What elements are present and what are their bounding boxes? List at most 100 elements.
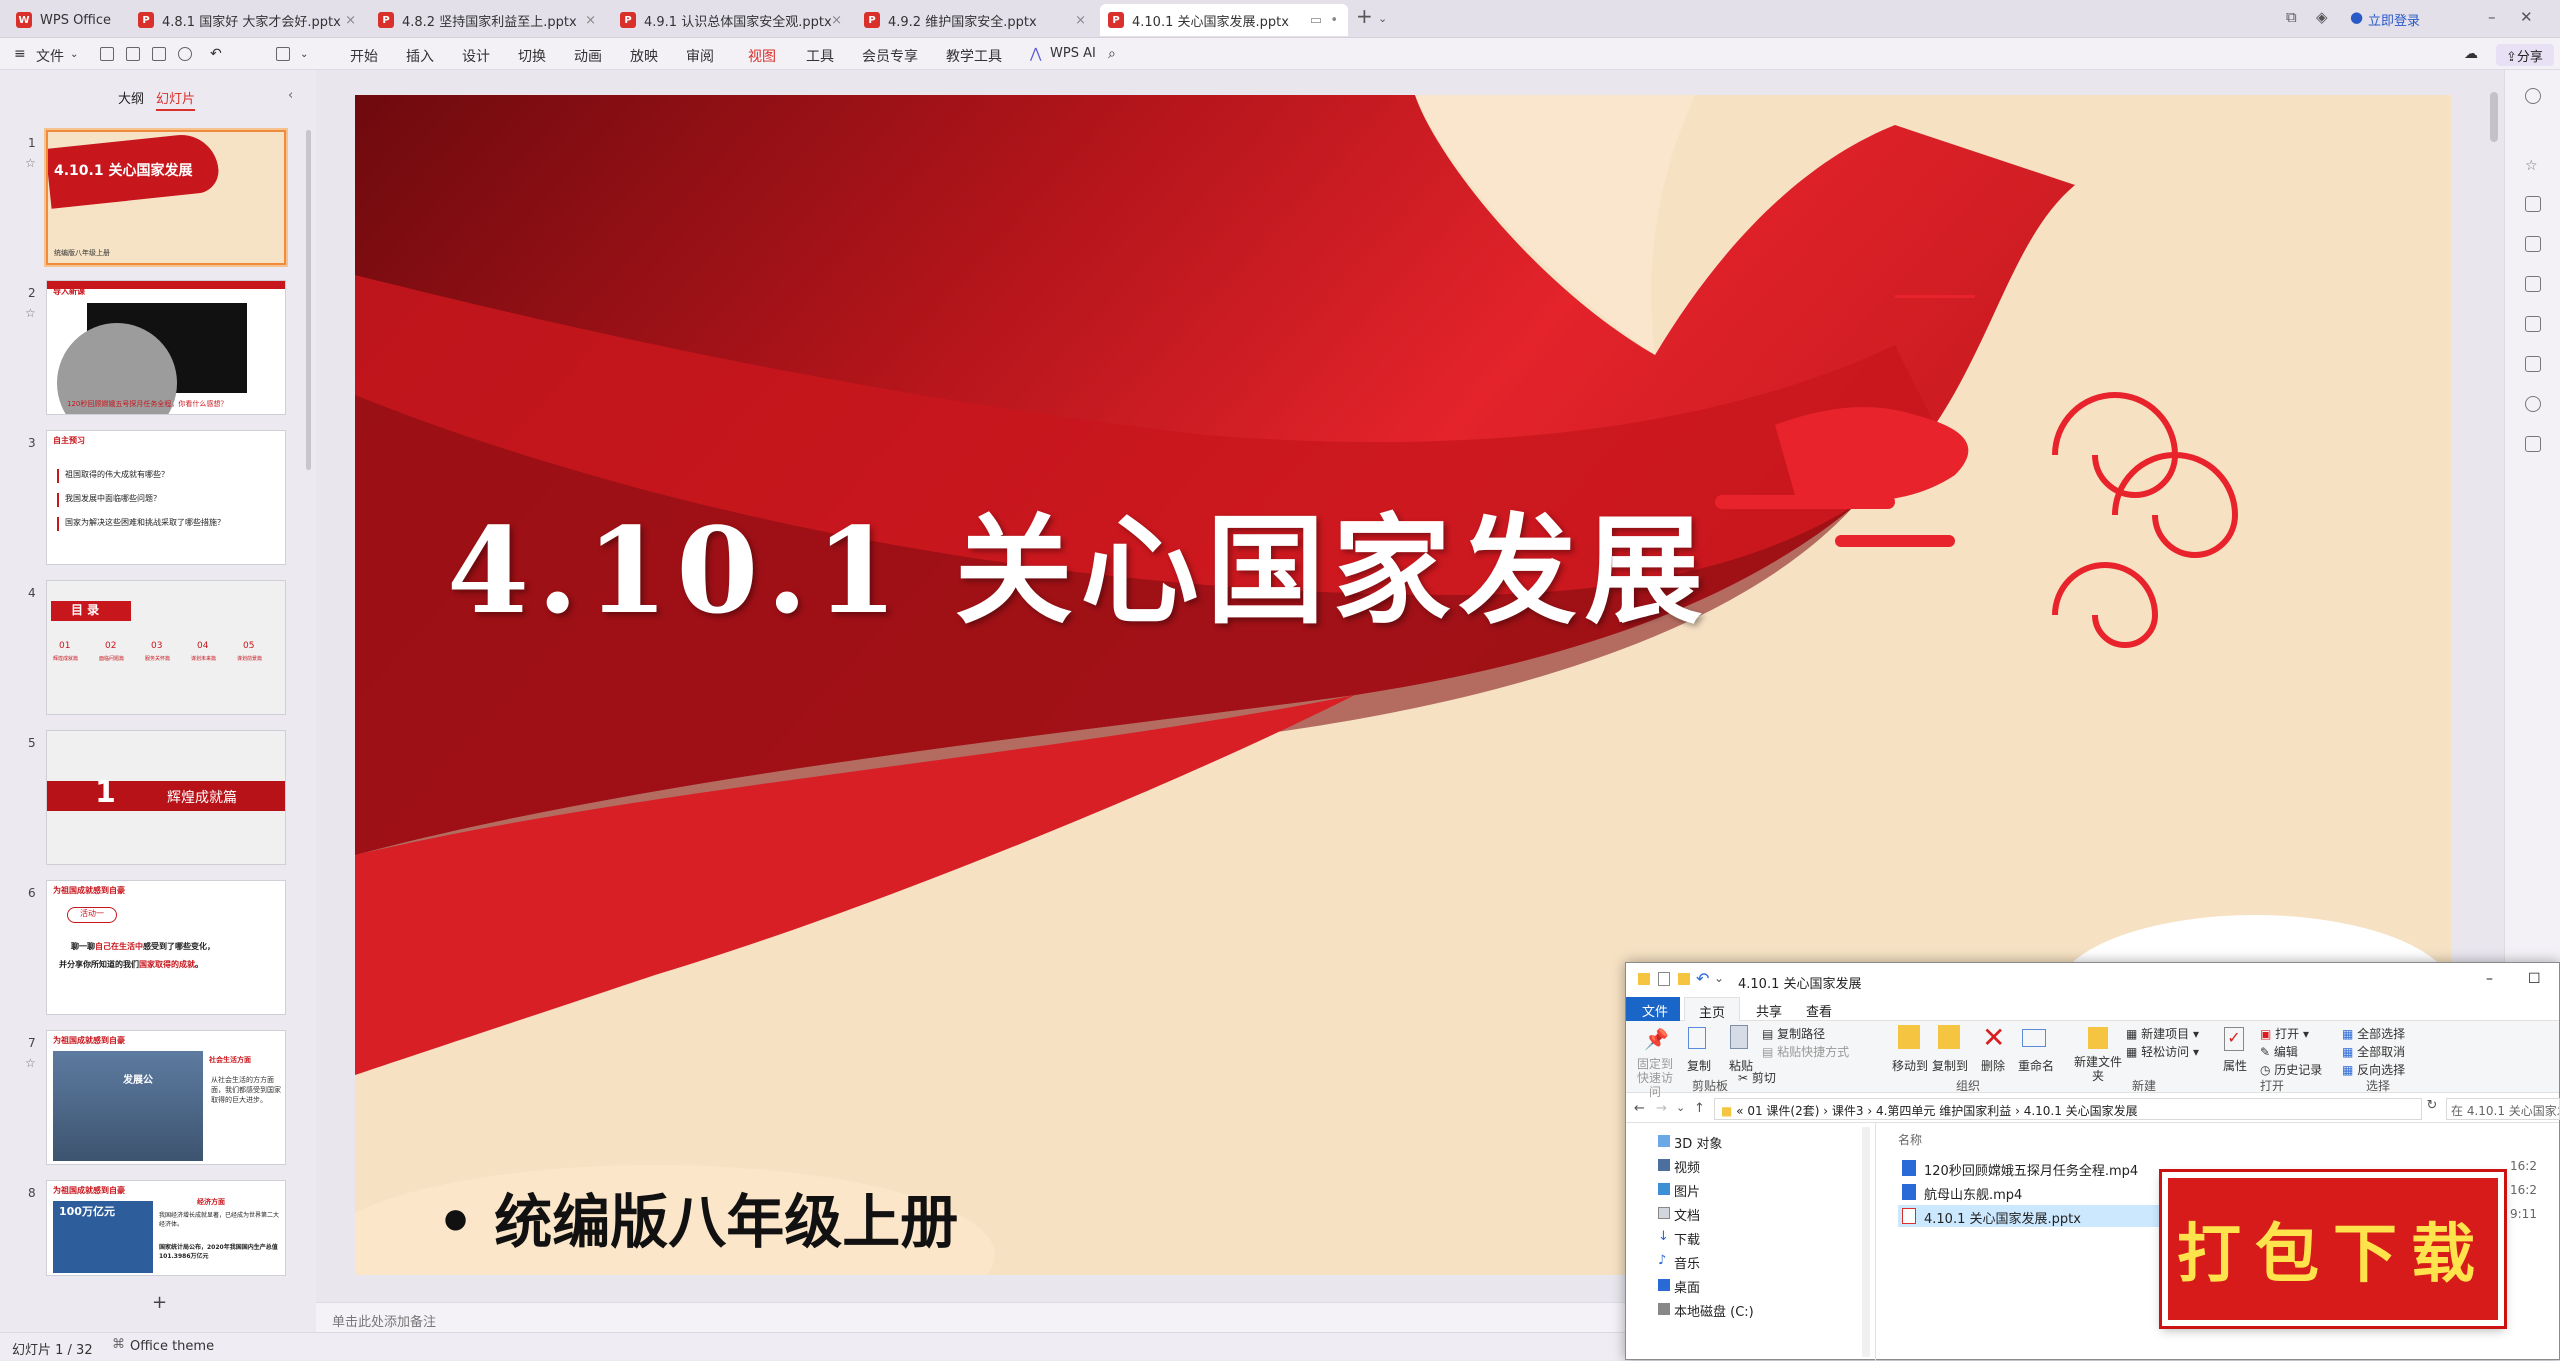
slide-subtitle[interactable]: • 统编版八年级上册 — [437, 1175, 958, 1259]
tab-wps-home[interactable]: W WPS Office — [8, 4, 128, 36]
close-icon[interactable]: × — [1075, 13, 1086, 28]
nav-item-3d-objects[interactable]: 3D 对象 — [1674, 1133, 1722, 1152]
minimize-icon[interactable]: – — [2486, 971, 2493, 987]
new-folder-button[interactable]: 新建文件夹 — [2074, 1055, 2122, 1083]
minimize-icon[interactable]: – — [2488, 8, 2496, 26]
tab-document[interactable]: P 4.9.1 认识总体国家安全观.pptx × — [612, 4, 852, 36]
copy-button[interactable]: 复制 — [1682, 1057, 1716, 1074]
rename-button[interactable]: 重命名 — [2016, 1057, 2056, 1074]
edit-button[interactable]: ✎ 编辑 — [2260, 1043, 2298, 1060]
menu-item-transition[interactable]: 切换 — [518, 46, 546, 66]
breadcrumb-item[interactable]: 课件3 — [1832, 1104, 1864, 1118]
menu-item-tools[interactable]: 工具 — [806, 46, 834, 66]
nav-item-pictures[interactable]: 图片 — [1674, 1181, 1700, 1200]
add-slide-button[interactable]: + — [152, 1292, 167, 1313]
dot-icon[interactable]: • — [1330, 13, 1338, 28]
theme-name[interactable]: Office theme — [130, 1339, 214, 1354]
star-icon[interactable]: ☆ — [25, 306, 36, 320]
chevron-down-icon[interactable]: ⌄ — [1378, 12, 1387, 25]
shape-icon[interactable] — [2525, 276, 2541, 292]
style-icon[interactable] — [2525, 236, 2541, 252]
column-header-name[interactable]: 名称 — [1898, 1131, 1922, 1148]
new-folder-icon[interactable] — [1678, 973, 1690, 985]
address-bar[interactable]: ■ « 01 课件(2套) › 课件3 › 4.第四单元 维护国家利益 › 4.… — [1714, 1098, 2422, 1120]
collapse-panel-icon[interactable]: ‹ — [288, 88, 293, 103]
new-item-button[interactable]: ▦ 新建项目 ▾ — [2126, 1025, 2199, 1042]
more-icon[interactable] — [2525, 436, 2541, 452]
preview-icon[interactable] — [178, 47, 192, 61]
panel-scrollbar[interactable] — [306, 130, 311, 470]
tab-document-active[interactable]: P 4.10.1 关心国家发展.pptx ▭ • — [1100, 4, 1348, 36]
recent-icon[interactable]: ⌄ — [1676, 1101, 1685, 1114]
ribbon-tab-home[interactable]: 主页 — [1684, 997, 1740, 1022]
close-window-icon[interactable]: ✕ — [2520, 8, 2533, 26]
copy-path-button[interactable]: ▤ 复制路径 — [1762, 1025, 1825, 1042]
search-icon[interactable]: ⌕ — [1108, 46, 1116, 62]
easy-access-button[interactable]: ▦ 轻松访问 ▾ — [2126, 1043, 2199, 1060]
invert-selection-button[interactable]: ▦ 反向选择 — [2342, 1061, 2405, 1078]
help-icon[interactable] — [2525, 396, 2541, 412]
forward-icon[interactable]: → — [1656, 1101, 1667, 1116]
menu-item-view[interactable]: 视图 — [748, 46, 776, 72]
close-icon[interactable]: × — [345, 13, 356, 28]
slide-thumbnail-1[interactable]: 4.10.1 关心国家发展 统编版八年级上册 — [44, 128, 288, 267]
skin-icon[interactable]: ◈ — [2316, 8, 2328, 26]
chevron-down-icon[interactable]: ⌄ — [1714, 971, 1724, 985]
login-link[interactable]: 立即登录 — [2368, 10, 2420, 29]
slide-thumbnail-8[interactable]: 为祖国成就感到自豪 100万亿元 经济方面 我国经济增长成就显著，已经成为世界第… — [46, 1180, 286, 1276]
menu-item-home[interactable]: 开始 — [350, 46, 378, 66]
close-icon[interactable]: × — [585, 13, 596, 28]
close-icon[interactable]: × — [831, 13, 842, 28]
properties-icon[interactable] — [1658, 972, 1670, 986]
pin-quick-access-button[interactable]: 固定到快速访问 — [1632, 1057, 1678, 1099]
tab-outline[interactable]: 大纲 — [118, 88, 144, 107]
cut-button[interactable]: ✂ 剪切 — [1738, 1069, 1776, 1086]
undo-icon[interactable]: ↶ — [1696, 969, 1709, 988]
collapse-icon[interactable] — [2525, 356, 2541, 372]
menu-item-member[interactable]: 会员专享 — [862, 46, 918, 66]
ribbon-tab-view[interactable]: 查看 — [1806, 1001, 1832, 1020]
menu-item-slideshow[interactable]: 放映 — [630, 46, 658, 66]
save-icon[interactable] — [100, 47, 114, 61]
menu-item-insert[interactable]: 插入 — [406, 46, 434, 66]
slide-thumbnail-2[interactable]: 导入新课 120秒回顾嫦娥五号探月任务全程，你看什么感想？ — [46, 280, 286, 415]
new-tab-icon[interactable]: + — [1356, 4, 1373, 28]
up-icon[interactable]: ↑ — [1694, 1101, 1705, 1116]
editor-scrollbar[interactable] — [2490, 92, 2498, 142]
breadcrumb-item[interactable]: 4.10.1 关心国家发展 — [2024, 1104, 2138, 1118]
slide-thumbnail-4[interactable]: 目 录 01 02 03 04 05 辉煌成就篇 面临问题篇 服务关怀篇 谋划未… — [46, 580, 286, 715]
nav-item-downloads[interactable]: 下载 — [1674, 1229, 1700, 1248]
slide-thumbnail-6[interactable]: 为祖国成就感到自豪 活动一 聊一聊自己在生活中感受到了哪些变化， 并分享你所知道… — [46, 880, 286, 1015]
nav-item-videos[interactable]: 视频 — [1674, 1157, 1700, 1176]
slide-thumbnail-5[interactable]: 1 辉煌成就篇 — [46, 730, 286, 865]
move-to-button[interactable]: 移动到 — [1890, 1057, 1930, 1074]
nav-item-desktop[interactable]: 桌面 — [1674, 1277, 1700, 1296]
menu-item-wps-ai[interactable]: WPS AI — [1050, 46, 1096, 61]
export-pdf-icon[interactable] — [126, 47, 140, 61]
avatar-icon[interactable]: ● — [2350, 8, 2363, 26]
nav-item-documents[interactable]: 文档 — [1674, 1205, 1700, 1224]
properties-button[interactable]: 属性 — [2218, 1057, 2252, 1074]
menu-file[interactable]: 文件 — [36, 46, 64, 66]
refresh-icon[interactable]: ↻ — [2422, 1098, 2442, 1120]
menu-item-teaching[interactable]: 教学工具 — [946, 46, 1002, 66]
window-layout-icon[interactable]: ⧉ — [2286, 8, 2297, 26]
cloud-sync-icon[interactable]: ☁ — [2464, 46, 2478, 62]
ribbon-tab-share[interactable]: 共享 — [1756, 1001, 1782, 1020]
menu-item-animation[interactable]: 动画 — [574, 46, 602, 66]
magic-icon[interactable]: ☆ — [2525, 158, 2541, 174]
menu-item-review[interactable]: 审阅 — [686, 46, 714, 66]
slide-title[interactable]: 4.10.1 关心国家发展 — [447, 475, 1711, 646]
print-icon[interactable] — [152, 47, 166, 61]
select-all-button[interactable]: ▦ 全部选择 — [2342, 1025, 2405, 1042]
paste-shortcut-button[interactable]: ▤ 粘贴快捷方式 — [1762, 1043, 1849, 1060]
download-pack-stamp[interactable]: 打包下载 — [2162, 1172, 2504, 1326]
undo-icon[interactable]: ↶ — [210, 46, 222, 62]
select-none-button[interactable]: ▦ 全部取消 — [2342, 1043, 2405, 1060]
bookmark-icon[interactable] — [2525, 316, 2541, 332]
chevron-down-icon[interactable]: ⌄ — [70, 49, 78, 60]
tab-slides[interactable]: 幻灯片 — [156, 88, 196, 111]
tab-document[interactable]: P 4.8.1 国家好 大家才会好.pptx × — [130, 4, 366, 36]
star-icon[interactable]: ☆ — [25, 1056, 36, 1070]
nav-scrollbar[interactable] — [1862, 1127, 1870, 1357]
